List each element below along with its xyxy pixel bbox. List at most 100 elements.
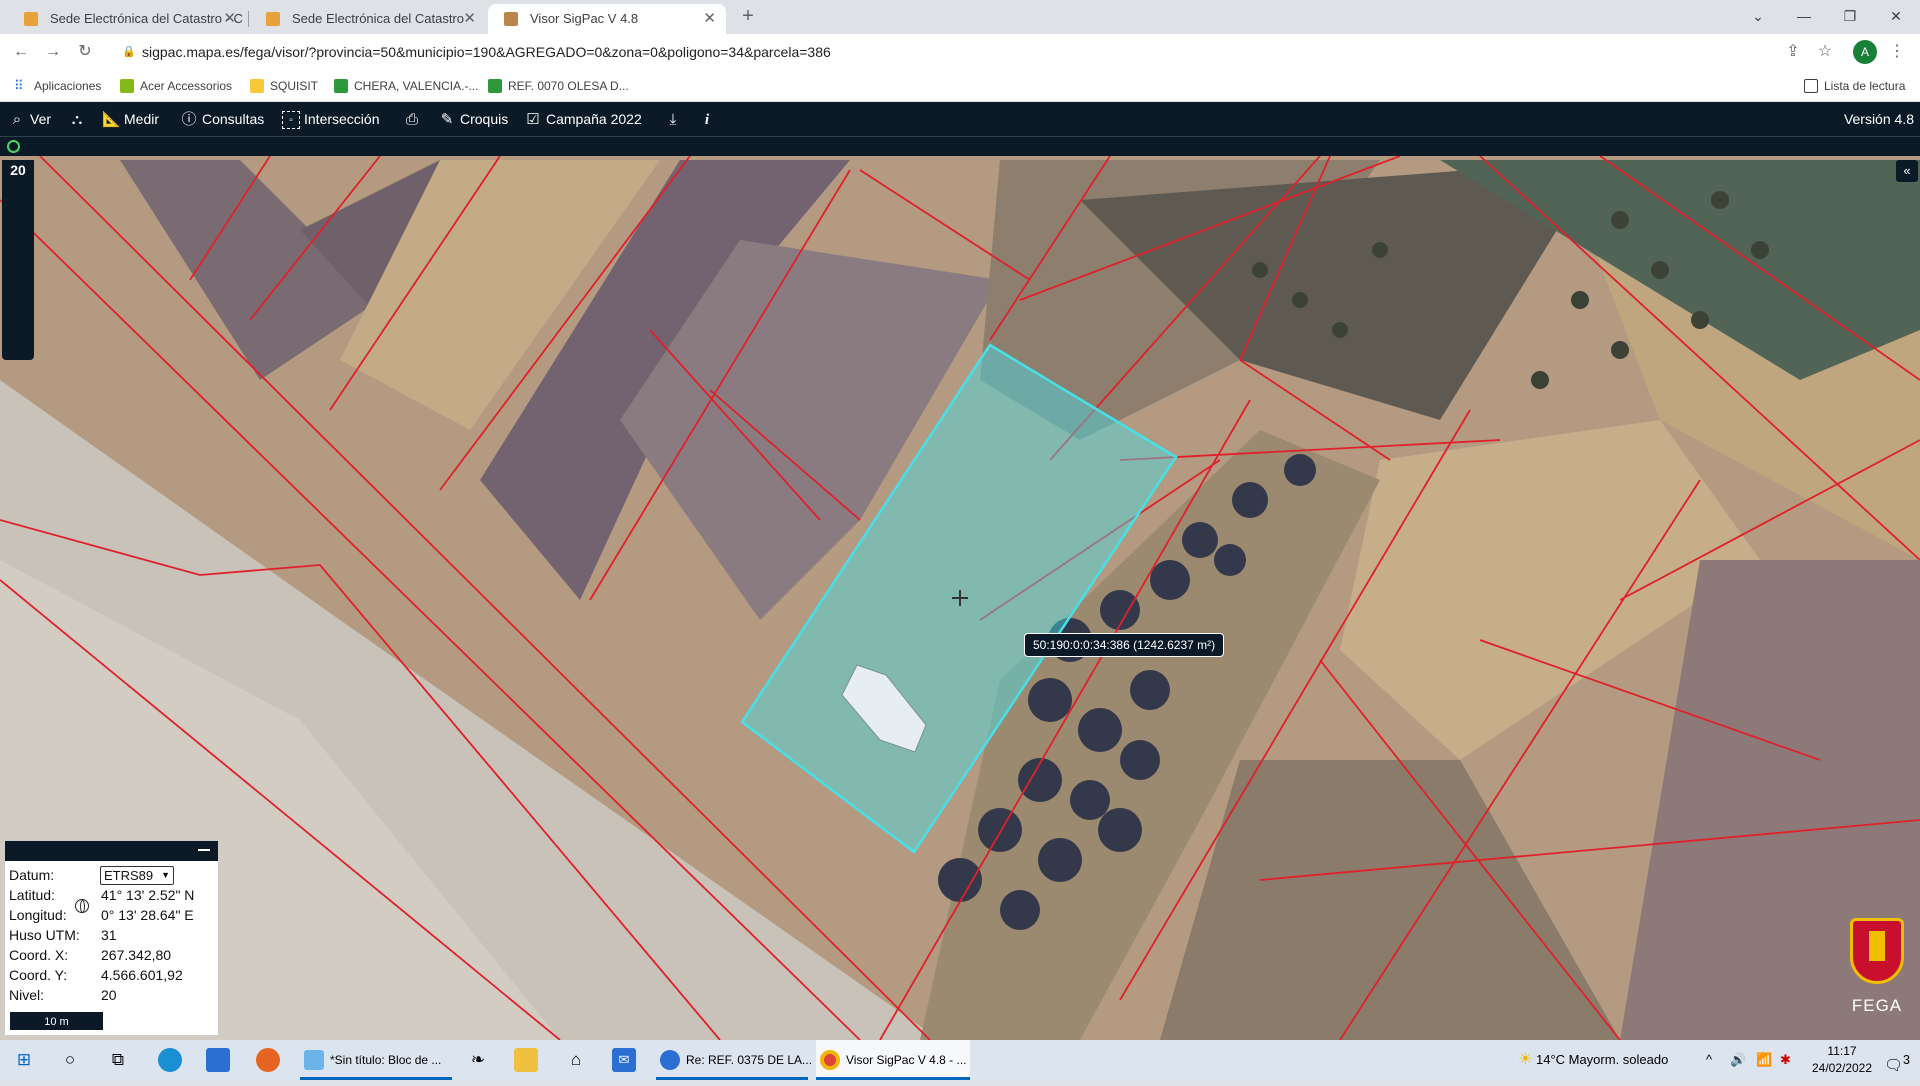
- status-strip: [0, 136, 1920, 156]
- store-icon[interactable]: [206, 1048, 230, 1072]
- coord-x-value: 267.342,80: [101, 947, 172, 963]
- coord-x-label: Coord. X:: [9, 947, 69, 963]
- taskbar-clock[interactable]: 11:17 24/02/2022: [1804, 1043, 1880, 1077]
- clock-time: 11:17: [1827, 1044, 1857, 1058]
- toolbar-download[interactable]: ⤓: [664, 102, 686, 136]
- tray-chevron-icon[interactable]: ^: [1706, 1040, 1712, 1080]
- bookmarks-bar: ⠿ Aplicaciones Acer Accessorios SQUISIT …: [0, 70, 1920, 102]
- huso-value: 31: [101, 927, 117, 943]
- tab-search-icon[interactable]: ⌄: [1736, 4, 1780, 28]
- tab-sigpac[interactable]: Visor SigPac V 4.8 ✕: [488, 4, 726, 34]
- toolbar-info[interactable]: i: [698, 102, 720, 136]
- reading-list-icon: [1804, 79, 1818, 93]
- pencil-icon: ✎: [440, 111, 454, 128]
- spain-coat-of-arms-icon: [1850, 918, 1904, 984]
- url-field[interactable]: 🔒 sigpac.mapa.es/fega/visor/?provincia=5…: [110, 38, 1790, 66]
- sun-cloud-icon: ☀: [1518, 1051, 1533, 1068]
- toolbar-consultas[interactable]: ⓘ Consultas: [180, 102, 264, 136]
- feather-app-icon[interactable]: ❧: [466, 1048, 490, 1072]
- taskbar-app-notepad[interactable]: *Sin título: Bloc de ...: [300, 1040, 452, 1080]
- volume-icon[interactable]: 🔊: [1730, 1040, 1746, 1080]
- network-icon[interactable]: 📶: [1756, 1040, 1772, 1080]
- ruler-icon: 📐: [102, 111, 121, 128]
- search-circle-icon[interactable]: ○: [58, 1048, 82, 1072]
- sigpac-favicon-icon: [504, 12, 518, 26]
- toolbar-ver[interactable]: ⌕ Ver: [8, 102, 51, 136]
- toolbar-croquis[interactable]: ✎ Croquis: [438, 102, 509, 136]
- reading-list-label: Lista de lectura: [1824, 79, 1906, 93]
- bookmark-ref-0070[interactable]: REF. 0070 OLESA D...: [486, 70, 629, 102]
- mail-icon[interactable]: ✉: [612, 1048, 636, 1072]
- apps-grid-icon: ⠿: [14, 78, 24, 93]
- calendar-check-icon: ☑: [526, 111, 540, 128]
- profile-avatar[interactable]: A: [1853, 40, 1877, 64]
- datum-select[interactable]: ETRS89 ▼: [100, 866, 174, 885]
- bookmark-squisit[interactable]: SQUISIT: [248, 70, 318, 102]
- toolbar-campana[interactable]: ☑ Campaña 2022: [524, 102, 642, 136]
- tab-title: Sede Electrónica del Catastro - C: [50, 11, 243, 26]
- tab-close-icon[interactable]: ✕: [223, 4, 236, 34]
- datum-value: ETRS89: [104, 868, 154, 883]
- weather-widget[interactable]: ☀ 14°C Mayorm. soleado: [1518, 1040, 1668, 1080]
- browser-tab-strip: Sede Electrónica del Catastro - C ✕ Sede…: [0, 0, 1920, 34]
- collapse-panel-button[interactable]: «: [1896, 160, 1918, 182]
- taskbar-app-thunderbird[interactable]: Re: REF. 0375 DE LA...: [656, 1040, 812, 1080]
- search-icon: ⌕: [12, 111, 22, 128]
- tab-close-icon[interactable]: ✕: [463, 4, 476, 34]
- minimize-icon[interactable]: —: [1782, 4, 1826, 28]
- tab-catastro-2[interactable]: Sede Electrónica del Catastro ✕: [250, 4, 486, 34]
- notification-count-badge: 3: [1903, 1053, 1910, 1067]
- edge-icon[interactable]: [158, 1048, 182, 1072]
- toolbar-binoculars[interactable]: ⛬: [68, 102, 90, 136]
- map-canvas[interactable]: 50:190:0:0:34:386 (1242.6237 m²): [0, 156, 1920, 1040]
- home-icon[interactable]: ⌂: [564, 1048, 588, 1072]
- download-icon: ⤓: [669, 111, 677, 128]
- toolbar-print[interactable]: ⎙: [403, 102, 425, 136]
- tab-catastro-1[interactable]: Sede Electrónica del Catastro - C ✕: [8, 4, 246, 34]
- toolbar-label: Campaña 2022: [546, 111, 642, 127]
- forward-arrow-icon[interactable]: →: [41, 40, 65, 64]
- toolbar-label: Ver: [30, 111, 52, 127]
- bookmark-chera[interactable]: CHERA, VALENCIA.-...: [332, 70, 478, 102]
- fega-logo: FEGA: [1840, 918, 1914, 1018]
- file-explorer-icon[interactable]: [514, 1048, 538, 1072]
- fega-label: FEGA: [1851, 996, 1903, 1015]
- lock-icon: 🔒: [122, 46, 136, 58]
- windows-start-icon[interactable]: ⊞: [12, 1048, 36, 1072]
- toolbar-medir[interactable]: 📐 Medir: [102, 102, 159, 136]
- close-window-icon[interactable]: ✕: [1874, 4, 1918, 28]
- printer-icon: ⎙: [405, 111, 418, 128]
- bookmark-label: Aplicaciones: [34, 79, 102, 93]
- minimize-panel-icon[interactable]: [198, 849, 210, 851]
- menu-kebab-icon[interactable]: ⋮: [1885, 40, 1909, 64]
- restore-icon[interactable]: ❐: [1828, 4, 1872, 28]
- share-icon[interactable]: ⇪: [1781, 40, 1805, 64]
- globe-icon[interactable]: [75, 899, 89, 913]
- bookmark-apps[interactable]: ⠿ Aplicaciones: [12, 70, 101, 102]
- catastro-favicon-icon: [24, 12, 38, 26]
- bookmark-star-icon[interactable]: ☆: [1813, 40, 1837, 64]
- house-green-icon: [488, 79, 502, 93]
- firefox-icon[interactable]: [256, 1048, 280, 1072]
- coord-y-value: 4.566.601,92: [101, 967, 183, 983]
- notification-center-button[interactable]: 🗨3: [1884, 1040, 1910, 1080]
- tab-close-icon[interactable]: ✕: [703, 4, 716, 34]
- url-text: sigpac.mapa.es/fega/visor/?provincia=50&…: [142, 44, 831, 60]
- reading-list-button[interactable]: Lista de lectura: [1802, 70, 1905, 102]
- antivirus-icon[interactable]: ✱: [1780, 1040, 1791, 1080]
- bookmark-label: REF. 0070 OLESA D...: [508, 79, 629, 93]
- reload-icon[interactable]: ↻: [73, 40, 97, 64]
- taskbar-app-chrome[interactable]: Visor SigPac V 4.8 - ...: [816, 1040, 970, 1080]
- longitude-label: Longitud:: [9, 907, 67, 923]
- notification-icon: 🗨: [1884, 1057, 1904, 1074]
- zoom-panel[interactable]: 20: [2, 160, 34, 360]
- bookmark-acer[interactable]: Acer Accessorios: [118, 70, 232, 102]
- toolbar-interseccion[interactable]: ▫ Intersección: [282, 102, 379, 136]
- address-bar-row: ← → ↻ 🔒 sigpac.mapa.es/fega/visor/?provi…: [0, 34, 1920, 70]
- back-arrow-icon[interactable]: ←: [9, 40, 33, 64]
- task-view-icon[interactable]: ⧉: [106, 1048, 130, 1072]
- coord-y-label: Coord. Y:: [9, 967, 68, 983]
- new-tab-button[interactable]: +: [736, 4, 760, 28]
- longitude-value: 0° 13' 28.64" E: [101, 907, 194, 923]
- latitude-value: 41° 13' 2.52" N: [101, 887, 195, 903]
